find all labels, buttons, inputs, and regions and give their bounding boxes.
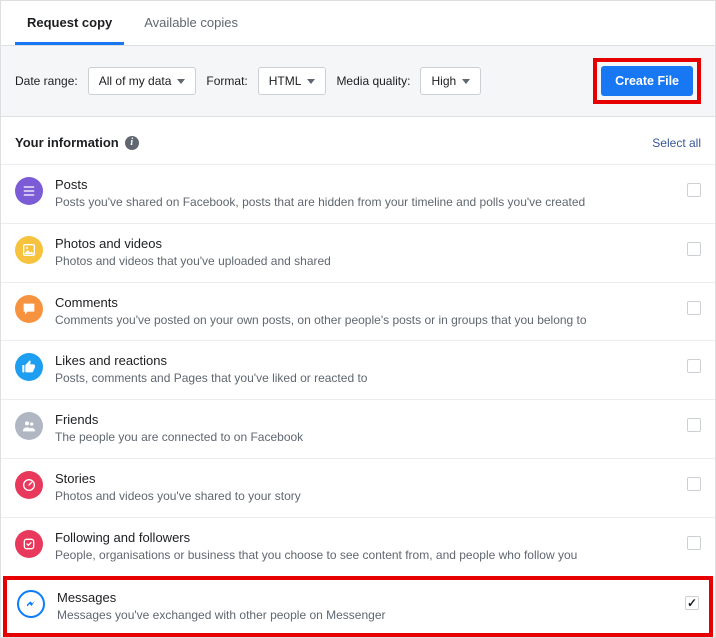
chevron-down-icon	[307, 79, 315, 84]
media-quality-dropdown[interactable]: High	[420, 67, 481, 95]
create-file-button[interactable]: Create File	[601, 66, 693, 96]
media-quality-label: Media quality:	[336, 74, 410, 88]
list-item-following[interactable]: Following and followers People, organisa…	[1, 517, 715, 576]
list-item-text: Likes and reactions Posts, comments and …	[55, 353, 675, 387]
checkbox[interactable]	[687, 183, 701, 197]
list-item-friends[interactable]: Friends The people you are connected to …	[1, 399, 715, 458]
list-item-desc: People, organisations or business that y…	[55, 547, 675, 564]
section-title: Your information	[15, 135, 119, 150]
list-item-title: Following and followers	[55, 530, 675, 545]
create-file-highlight: Create File	[593, 58, 701, 104]
tab-request-copy[interactable]: Request copy	[15, 1, 124, 45]
image-icon	[15, 236, 43, 264]
tab-available-copies[interactable]: Available copies	[132, 1, 250, 45]
people-icon	[15, 412, 43, 440]
list-item-messages[interactable]: Messages Messages you've exchanged with …	[3, 576, 713, 638]
list-item-text: Comments Comments you've posted on your …	[55, 295, 675, 329]
options-bar: Date range: All of my data Format: HTML …	[1, 46, 715, 117]
checkbox[interactable]	[687, 477, 701, 491]
checkbox[interactable]	[687, 418, 701, 432]
list-item-text: Posts Posts you've shared on Facebook, p…	[55, 177, 675, 211]
list-item-title: Likes and reactions	[55, 353, 675, 368]
media-quality-value: High	[431, 74, 456, 88]
list-item-desc: Posts you've shared on Facebook, posts t…	[55, 194, 675, 211]
checkbox[interactable]	[687, 359, 701, 373]
list-item-posts[interactable]: Posts Posts you've shared on Facebook, p…	[1, 164, 715, 223]
list-item-desc: The people you are connected to on Faceb…	[55, 429, 675, 446]
list-item-photos[interactable]: Photos and videos Photos and videos that…	[1, 223, 715, 282]
list-item-title: Stories	[55, 471, 675, 486]
date-range-label: Date range:	[15, 74, 78, 88]
tabs-bar: Request copy Available copies	[1, 1, 715, 46]
posts-icon	[15, 177, 43, 205]
gauge-icon	[15, 471, 43, 499]
thumb-icon	[15, 353, 43, 381]
date-range-dropdown[interactable]: All of my data	[88, 67, 197, 95]
comment-icon	[15, 295, 43, 323]
checkbox[interactable]	[687, 242, 701, 256]
download-info-panel: Request copy Available copies Date range…	[0, 0, 716, 638]
format-dropdown[interactable]: HTML	[258, 67, 327, 95]
list-item-text: Following and followers People, organisa…	[55, 530, 675, 564]
list-item-text: Messages Messages you've exchanged with …	[57, 590, 673, 624]
section-header: Your information i Select all	[1, 117, 715, 164]
info-icon[interactable]: i	[125, 136, 139, 150]
list-item-desc: Comments you've posted on your own posts…	[55, 312, 675, 329]
info-list: Posts Posts you've shared on Facebook, p…	[1, 164, 715, 637]
list-item-desc: Photos and videos you've shared to your …	[55, 488, 675, 505]
date-range-value: All of my data	[99, 74, 172, 88]
list-item-desc: Posts, comments and Pages that you've li…	[55, 370, 675, 387]
following-icon	[15, 530, 43, 558]
list-item-title: Comments	[55, 295, 675, 310]
format-label: Format:	[206, 74, 247, 88]
list-item-stories[interactable]: Stories Photos and videos you've shared …	[1, 458, 715, 517]
list-item-comments[interactable]: Comments Comments you've posted on your …	[1, 282, 715, 341]
list-item-title: Photos and videos	[55, 236, 675, 251]
list-item-title: Friends	[55, 412, 675, 427]
chevron-down-icon	[177, 79, 185, 84]
list-item-desc: Photos and videos that you've uploaded a…	[55, 253, 675, 270]
list-item-text: Friends The people you are connected to …	[55, 412, 675, 446]
checkbox[interactable]	[685, 596, 699, 610]
select-all-link[interactable]: Select all	[652, 136, 701, 150]
list-item-title: Messages	[57, 590, 673, 605]
list-item-title: Posts	[55, 177, 675, 192]
list-item-text: Photos and videos Photos and videos that…	[55, 236, 675, 270]
checkbox[interactable]	[687, 536, 701, 550]
messenger-icon	[17, 590, 45, 618]
format-value: HTML	[269, 74, 302, 88]
checkbox[interactable]	[687, 301, 701, 315]
chevron-down-icon	[462, 79, 470, 84]
list-item-likes[interactable]: Likes and reactions Posts, comments and …	[1, 340, 715, 399]
list-item-desc: Messages you've exchanged with other peo…	[57, 607, 673, 624]
list-item-text: Stories Photos and videos you've shared …	[55, 471, 675, 505]
